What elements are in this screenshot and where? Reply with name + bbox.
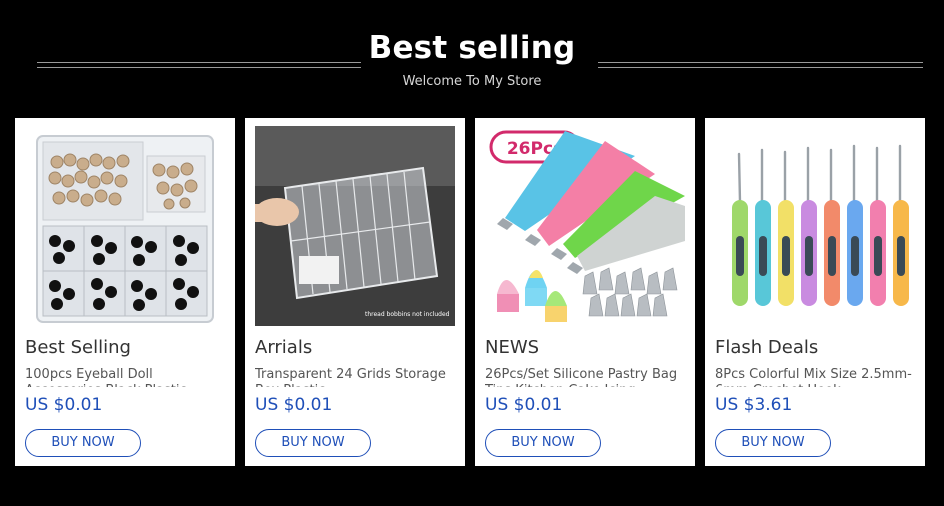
product-category: Flash Deals xyxy=(715,337,819,358)
product-description[interactable]: 26Pcs/Set Silicone Pastry Bag Tips Kitch… xyxy=(485,367,685,387)
product-price: US $3.61 xyxy=(715,395,793,415)
product-category: Arrials xyxy=(255,337,313,358)
product-price: US $0.01 xyxy=(25,395,103,415)
pastry-bags-image: 26Pcs xyxy=(485,126,685,326)
product-description[interactable]: 100pcs Eyeball Doll Accessories Black Pl… xyxy=(25,367,225,387)
product-description[interactable]: 8Pcs Colorful Mix Size 2.5mm-6mm Crochet… xyxy=(715,367,915,387)
store-page: Best selling Welcome To My Store Best Se… xyxy=(0,0,944,506)
product-card[interactable]: Best Selling 100pcs Eyeball Doll Accesso… xyxy=(15,118,235,466)
buy-now-button[interactable]: BUY NOW xyxy=(25,429,141,457)
product-category: NEWS xyxy=(485,337,540,358)
grid-storage-box-image: thread bobbins not included xyxy=(255,126,455,326)
buy-now-button[interactable]: BUY NOW xyxy=(485,429,601,457)
product-card[interactable]: Flash Deals 8Pcs Colorful Mix Size 2.5mm… xyxy=(705,118,925,466)
product-image[interactable] xyxy=(25,126,225,326)
product-card[interactable]: 26Pcs NEWS 26Pcs/Set Silicone Pastry Bag… xyxy=(475,118,695,466)
product-card[interactable]: thread bobbins not included Arrials Tran… xyxy=(245,118,465,466)
product-price: US $0.01 xyxy=(255,395,333,415)
crochet-hooks-image xyxy=(715,126,915,326)
product-image[interactable]: 26Pcs xyxy=(485,126,685,326)
product-image[interactable]: thread bobbins not included xyxy=(255,126,455,326)
product-category: Best Selling xyxy=(25,337,131,358)
product-grid: Best Selling 100pcs Eyeball Doll Accesso… xyxy=(0,0,944,506)
buy-now-button[interactable]: BUY NOW xyxy=(255,429,371,457)
product-description[interactable]: Transparent 24 Grids Storage Box Plastic xyxy=(255,367,455,387)
buy-now-button[interactable]: BUY NOW xyxy=(715,429,831,457)
eyeball-storage-box-image xyxy=(25,126,225,326)
product-image[interactable] xyxy=(715,126,915,326)
product-price: US $0.01 xyxy=(485,395,563,415)
image-caption: thread bobbins not included xyxy=(365,311,450,318)
